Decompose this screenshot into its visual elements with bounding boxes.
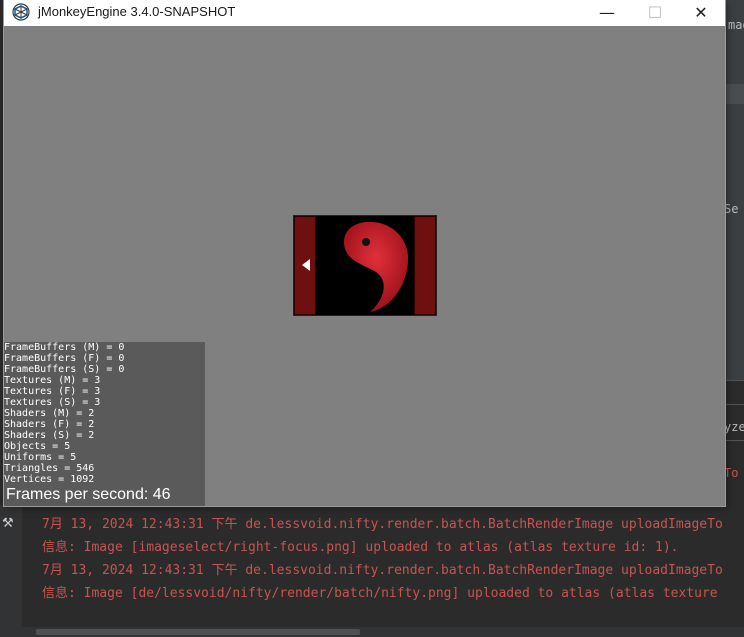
render-viewport[interactable]: FrameBuffers (M) = 0 FrameBuffers (F) = 0…: [4, 26, 725, 506]
stats-row: Textures (M) = 3: [4, 375, 101, 386]
stats-row: FrameBuffers (F) = 0: [4, 353, 125, 364]
stats-row: FrameBuffers (S) = 0: [4, 364, 125, 375]
ide-text-fragment: yze: [724, 420, 744, 434]
stats-row: Shaders (M) = 2: [4, 408, 95, 419]
title-bar[interactable]: jMonkeyEngine 3.4.0-SNAPSHOT — ☐ ✕: [4, 0, 725, 26]
console-line: 信息: Image [de/lessvoid/nifty/render/batc…: [42, 586, 718, 601]
ide-text-fragment: Se: [724, 202, 739, 216]
horizontal-scrollbar[interactable]: [0, 627, 744, 637]
console-line: 7月 13, 2024 12:43:31 下午 de.lessvoid.nift…: [42, 517, 723, 532]
stats-row: Textures (F) = 3: [4, 386, 101, 397]
ide-divider: [726, 440, 744, 441]
app-window: jMonkeyEngine 3.4.0-SNAPSHOT — ☐ ✕ Frame…: [4, 0, 725, 506]
ide-text-fragment: To: [724, 466, 739, 480]
ide-text-fragment: mag: [728, 18, 744, 32]
stats-row: Shaders (F) = 2: [4, 419, 95, 430]
next-image-button[interactable]: [414, 216, 436, 315]
stats-row: Objects = 5: [4, 441, 71, 452]
prev-image-button[interactable]: [294, 216, 316, 315]
left-arrow-icon: [302, 259, 310, 271]
stats-row: FrameBuffers (M) = 0: [4, 342, 125, 353]
image-select-control[interactable]: [294, 216, 436, 315]
window-title: jMonkeyEngine 3.4.0-SNAPSHOT: [38, 4, 236, 19]
ide-divider: [726, 404, 744, 405]
maximize-icon: ☐: [647, 2, 663, 22]
ide-editor-edge: [726, 0, 744, 380]
ide-divider: [726, 380, 744, 381]
jmonkey-app-icon: [12, 3, 30, 21]
nifty-logo-icon: [344, 221, 408, 312]
scrollbar-thumb[interactable]: [36, 629, 360, 635]
console-line: 7月 13, 2024 12:43:31 下午 de.lessvoid.nift…: [42, 563, 723, 578]
stats-overlay: FrameBuffers (M) = 0 FrameBuffers (F) = 0…: [4, 342, 205, 506]
minimize-icon: —: [599, 2, 615, 22]
close-icon: ✕: [694, 2, 708, 22]
ide-highlight-strip: [726, 84, 744, 104]
stats-row: Textures (S) = 3: [4, 397, 101, 408]
maximize-button[interactable]: ☐: [632, 0, 678, 24]
stats-row: Uniforms = 5: [4, 452, 77, 463]
close-button[interactable]: ✕: [678, 0, 724, 24]
output-console[interactable]: 7月 13, 2024 12:43:31 下午 de.lessvoid.nift…: [22, 505, 744, 627]
minimize-button[interactable]: —: [584, 0, 630, 24]
fps-counter: Frames per second: 46: [6, 486, 171, 503]
console-line: 信息: Image [imageselect/right-focus.png] …: [42, 540, 679, 555]
stats-row: Vertices = 1092: [4, 474, 95, 485]
stats-row: Shaders (S) = 2: [4, 430, 95, 441]
wrench-icon[interactable]: ⚒: [2, 516, 14, 531]
stats-row: Triangles = 546: [4, 463, 95, 474]
